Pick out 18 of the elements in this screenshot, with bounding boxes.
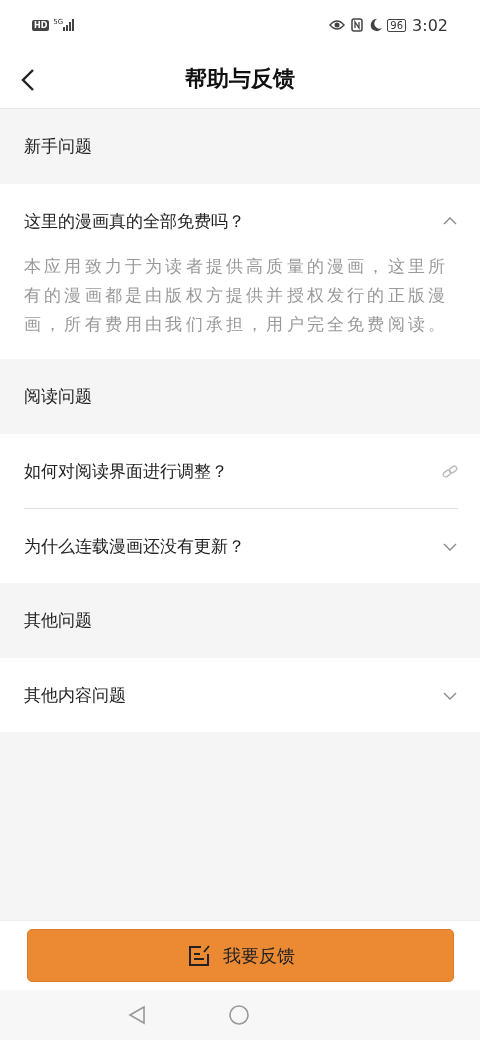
section-header: 新手问题 xyxy=(23,135,93,158)
section-header: 阅读问题 xyxy=(23,385,93,408)
hd-badge: HD xyxy=(32,19,50,31)
feedback-button[interactable]: 我要反馈 xyxy=(27,929,454,982)
back-nav-icon[interactable] xyxy=(126,1004,148,1026)
moon-icon xyxy=(369,18,384,32)
signal-icon xyxy=(63,19,76,31)
battery-indicator: 96 xyxy=(387,18,407,32)
page-title: 帮助与反馈 xyxy=(185,65,295,93)
clock-time: 3:02 xyxy=(412,15,448,35)
question-item[interactable]: 这里的漫画真的全部免费吗？ xyxy=(24,184,458,258)
link-icon xyxy=(442,464,458,478)
edit-note-icon xyxy=(186,943,211,968)
home-nav-icon[interactable] xyxy=(228,1004,250,1026)
eye-icon xyxy=(329,19,346,31)
answer-text: 本应用致力于为读者提供高质量的漫画，这里所有的漫画都是由版权方提供并授权发行的正版漫画，所有费用由我们承担，用户完全免费阅读。 xyxy=(24,255,450,336)
section-header: 其他问题 xyxy=(23,609,93,632)
nfc-icon xyxy=(351,18,364,32)
